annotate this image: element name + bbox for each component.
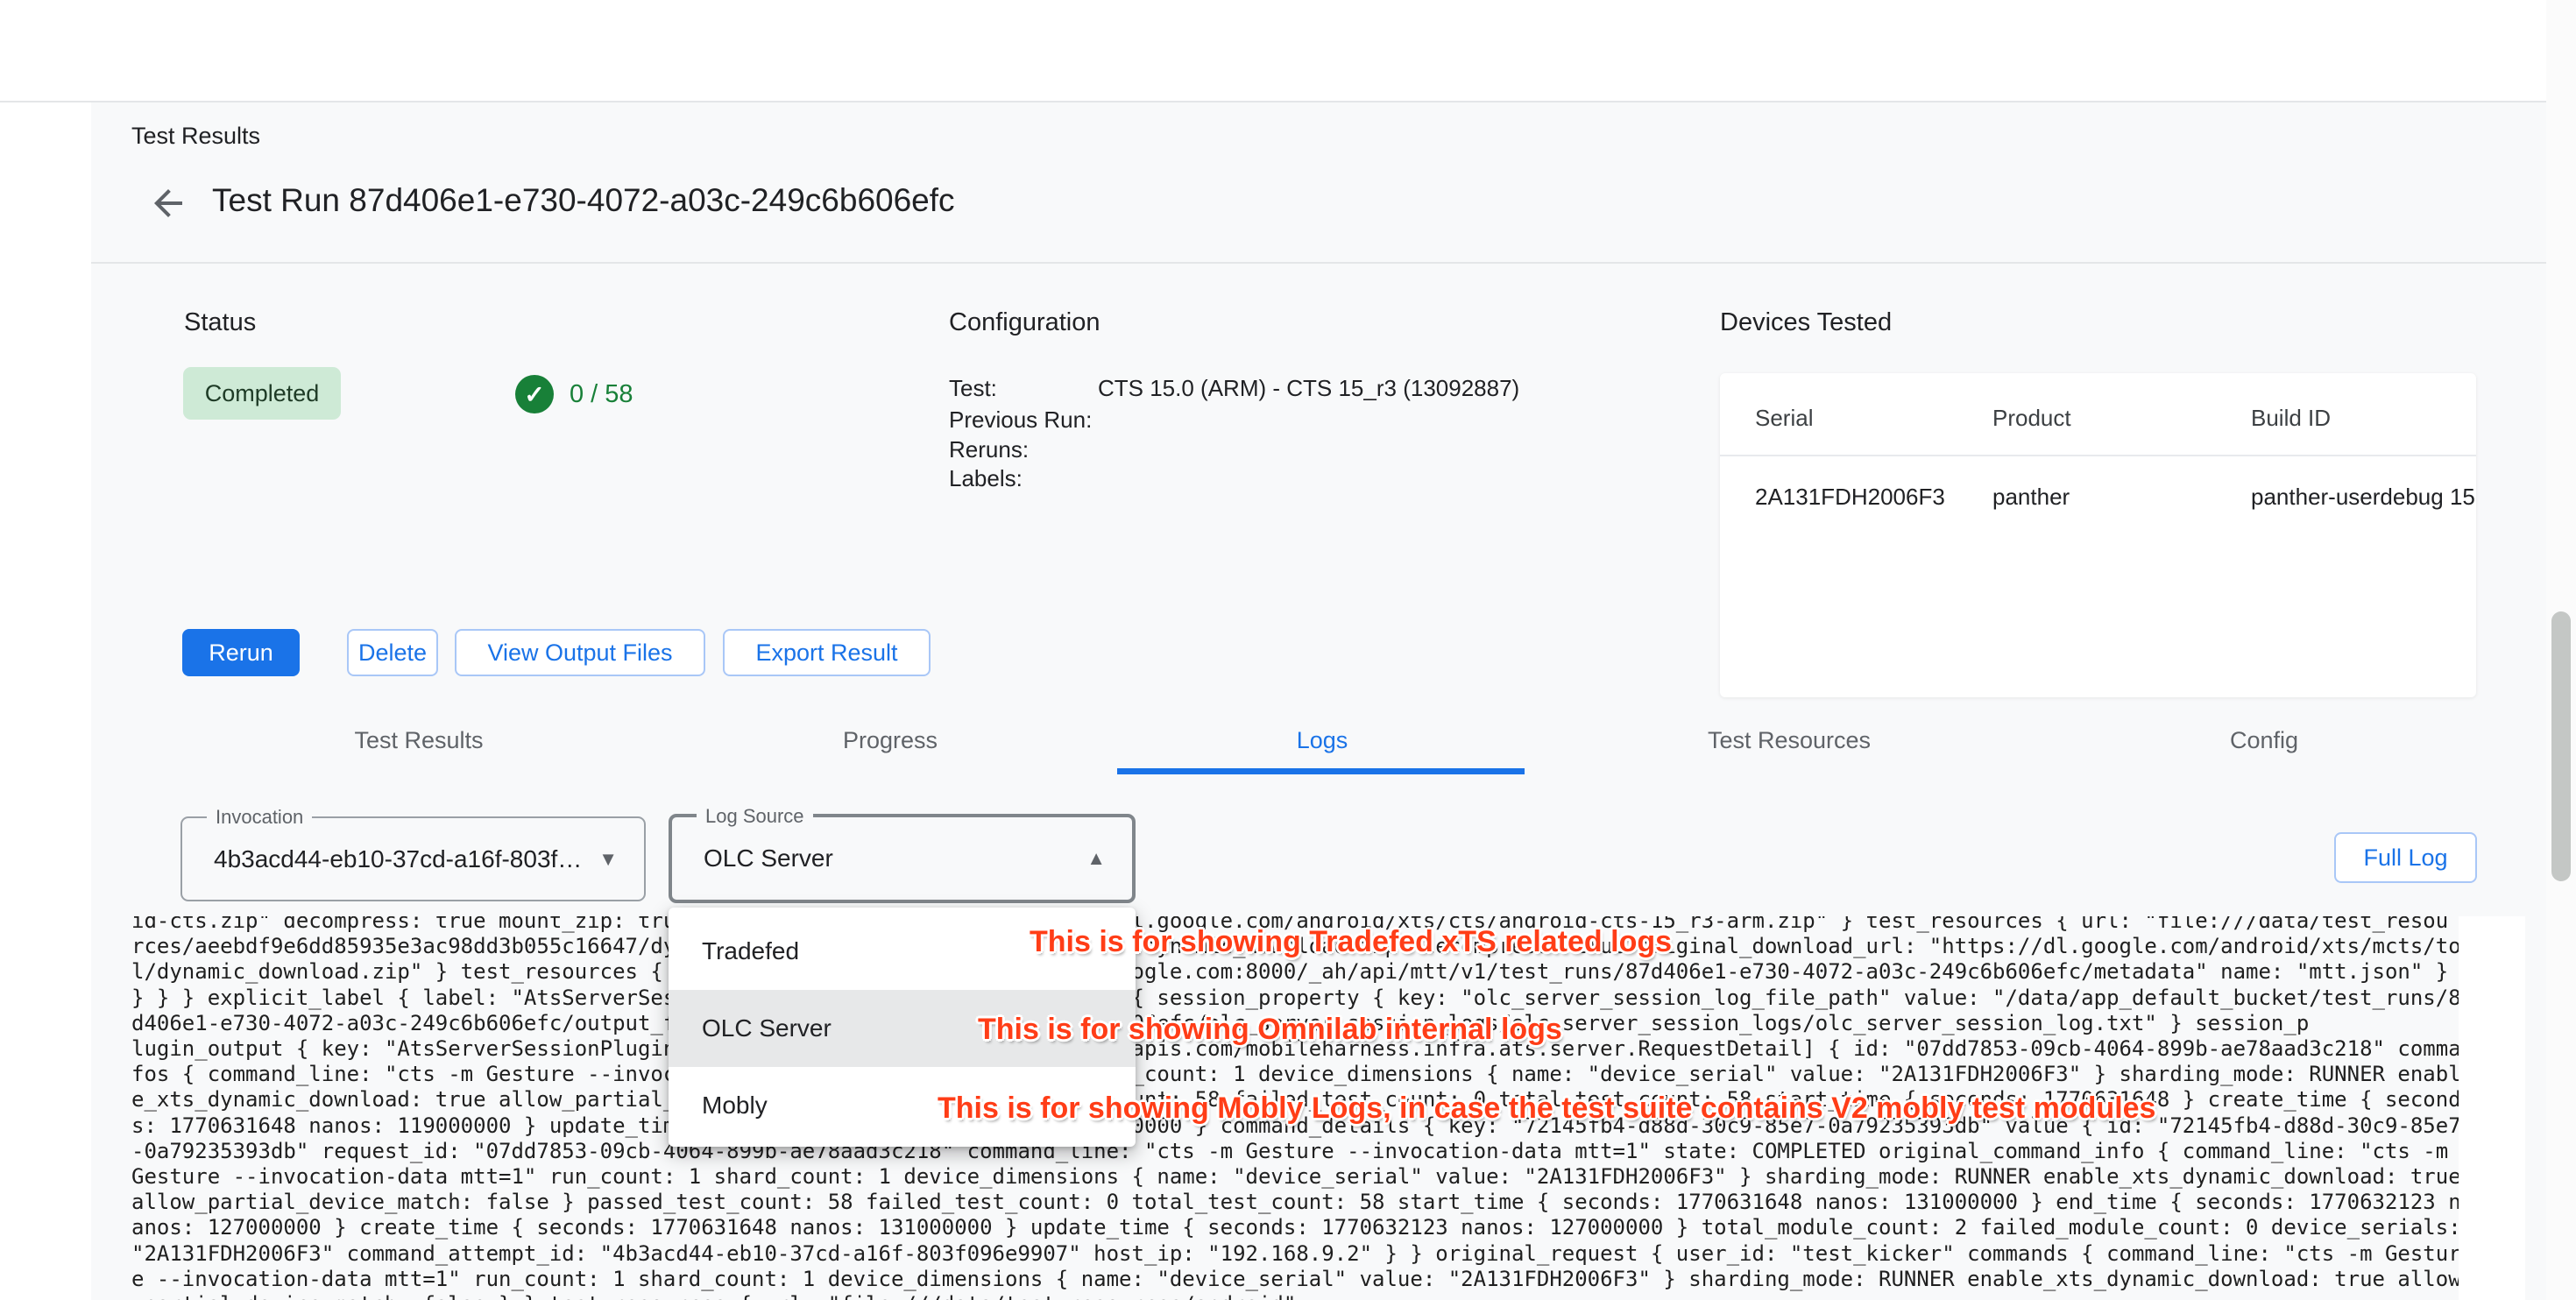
app-header [0,0,2576,102]
active-tab-indicator [1117,768,1525,774]
cell-serial: 2A131FDH2006F3 [1755,484,1945,511]
cell-build-id: panther-userdebug 15 r [2251,484,2476,511]
chevron-down-icon: ▼ [598,848,618,871]
annotation-mobly: This is for showing Mobly Logs, in case … [938,1092,2155,1126]
log-source-label: Log Source [697,805,813,828]
arrow-left-icon [147,182,189,224]
page-title: Test Run 87d406e1-e730-4072-a03c-249c6b6… [212,182,955,219]
divider [1720,455,2476,456]
tab-test-resources[interactable]: Test Resources [1708,727,1871,754]
check-circle-icon: ✓ [515,375,554,413]
view-output-files-button[interactable]: View Output Files [455,629,705,676]
configuration-heading: Configuration [949,308,1100,337]
config-row-test: Test: CTS 15.0 (ARM) - CTS 15_r3 (130928… [949,375,1702,405]
annotation-olc-server: This is for showing Omnilab internal log… [978,1013,1562,1047]
failed-total-count: 0 / 58 [570,380,633,409]
config-row-reruns: Reruns: [949,436,1702,466]
rerun-button[interactable]: Rerun [182,629,300,676]
config-label: Previous Run: [949,406,1092,434]
divider [91,262,2576,264]
column-header-build-id: Build ID [2251,405,2331,432]
back-button[interactable] [147,182,189,224]
sidebar-nav [0,102,91,1300]
invocation-label: Invocation [207,806,312,829]
tab-test-results[interactable]: Test Results [354,727,483,754]
cell-product: panther [1992,484,2070,511]
chevron-up-icon: ▲ [1086,847,1106,870]
config-row-previous-run: Previous Run: [949,406,1702,436]
config-label: Reruns: [949,436,1029,463]
devices-heading: Devices Tested [1720,308,1892,337]
log-scrollbar[interactable] [2459,916,2525,1300]
invocation-value: 4b3acd44-eb10-37cd-a16f-803f… [214,845,582,873]
page-scrollbar-thumb[interactable] [2551,611,2571,881]
config-label: Labels: [949,465,1023,492]
tab-logs[interactable]: Logs [1297,727,1348,754]
column-header-product: Product [1992,405,2071,432]
breadcrumb: Test Results [131,123,260,150]
log-source-value: OLC Server [704,844,833,873]
test-count: ✓ 0 / 58 [515,375,633,413]
config-row-labels: Labels: [949,465,1702,495]
delete-button[interactable]: Delete [347,629,438,676]
status-badge: Completed [183,367,341,420]
tab-progress[interactable]: Progress [843,727,938,754]
status-heading: Status [184,308,256,337]
tab-config[interactable]: Config [2230,727,2298,754]
devices-table: Serial Product Build ID 2A131FDH2006F3 p… [1720,373,2476,697]
export-result-button[interactable]: Export Result [723,629,931,676]
column-header-serial: Serial [1755,405,1813,432]
annotation-tradefed: This is for showing Tradefed xTS related… [1030,925,1672,959]
invocation-select[interactable]: Invocation 4b3acd44-eb10-37cd-a16f-803f…… [180,816,646,901]
config-value: CTS 15.0 (ARM) - CTS 15_r3 (13092887) [1098,375,1519,402]
full-log-button[interactable]: Full Log [2334,832,2477,883]
config-label: Test: [949,375,997,402]
log-source-select[interactable]: Log Source OLC Server ▲ [669,814,1136,903]
